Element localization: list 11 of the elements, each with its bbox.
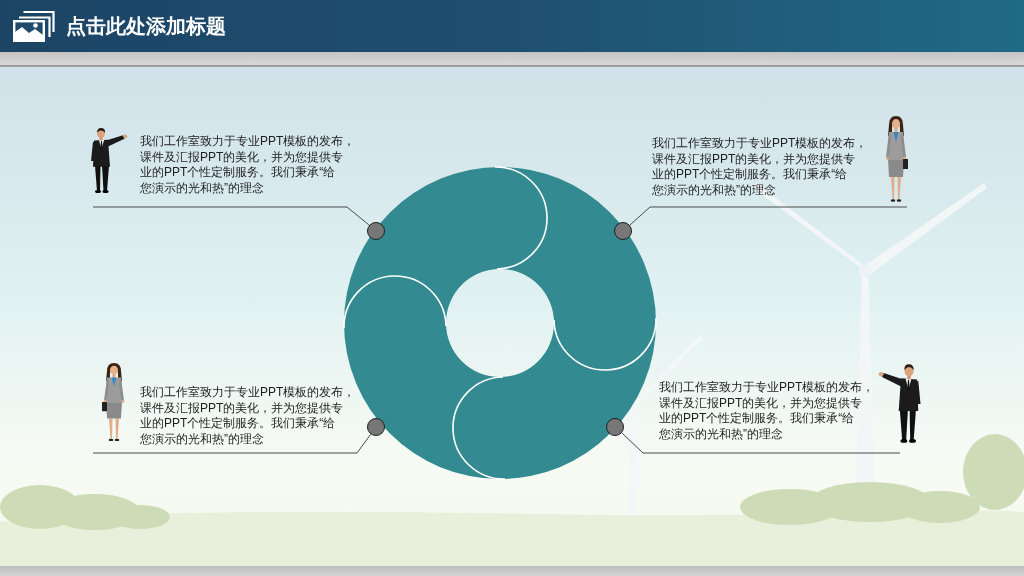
callout-text: 我们工作室致力于专业PPT模板的发布， 课件及汇报PPT的美化，并为您提供专 业的PPT个性定制服务。我们秉承“给 您演示的光和热”的理念: [659, 380, 875, 442]
connector-dot-icon: [367, 418, 385, 436]
callout-text: 我们工作室致力于专业PPT模板的发布， 课件及汇报PPT的美化，并为您提供专 业的PPT个性定制服务。我们秉承“给 您演示的光和热”的理念: [140, 134, 356, 196]
connector-dot-icon: [367, 222, 385, 240]
connector-dot-icon: [614, 222, 632, 240]
businessman-icon: [88, 127, 128, 195]
slide-title: 点击此处添加标题: [66, 16, 226, 36]
image-stack-icon: [13, 10, 55, 42]
connector-dot-icon: [606, 418, 624, 436]
callout-text: 我们工作室致力于专业PPT模板的发布， 课件及汇报PPT的美化，并为您提供专 业的PPT个性定制服务。我们秉承“给 您演示的光和热”的理念: [652, 136, 868, 198]
callout-text: 我们工作室致力于专业PPT模板的发布， 课件及汇报PPT的美化，并为您提供专 业的PPT个性定制服务。我们秉承“给 您演示的光和热”的理念: [140, 385, 356, 447]
